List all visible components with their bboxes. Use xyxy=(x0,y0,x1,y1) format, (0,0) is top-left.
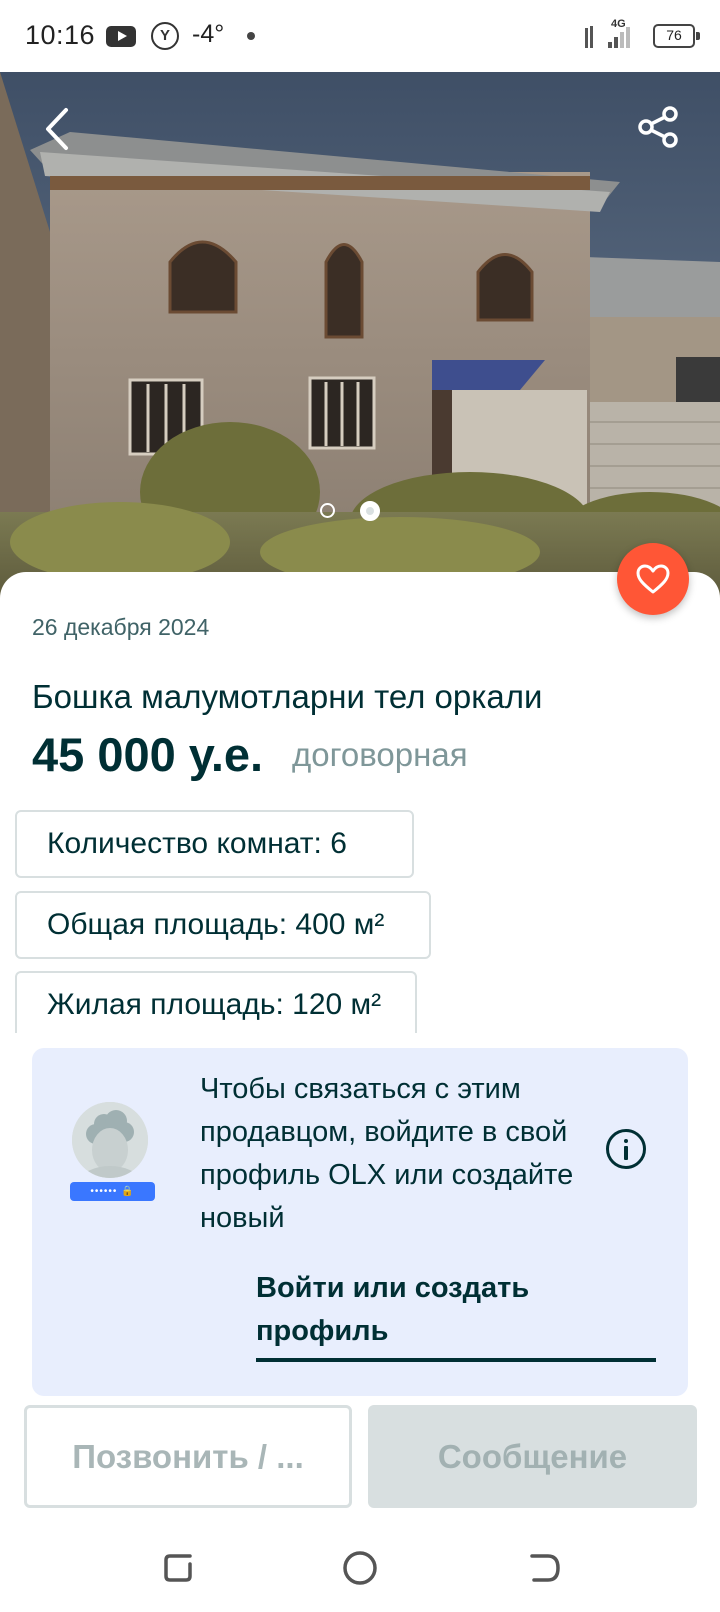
status-time: 10:16 xyxy=(25,20,96,50)
param-living-area: Жилая площадь: 120 м² xyxy=(15,971,417,1033)
password-chip-icon: •••••• 🔒 xyxy=(70,1182,155,1201)
price-negotiable-label: договорная xyxy=(292,736,468,773)
yandex-icon: Y xyxy=(151,22,179,50)
back-nav-icon[interactable] xyxy=(524,1548,564,1588)
share-icon xyxy=(638,106,678,148)
youtube-icon xyxy=(106,26,136,47)
share-button[interactable] xyxy=(636,104,682,150)
notification-dot-icon xyxy=(247,32,255,40)
back-button[interactable] xyxy=(36,100,84,158)
avatar-placeholder-icon xyxy=(72,1102,148,1178)
login-or-register-link[interactable]: Войти или создать профиль xyxy=(256,1267,656,1362)
call-button[interactable]: Позвонить / ... xyxy=(24,1405,352,1508)
system-nav-bar xyxy=(0,1526,720,1612)
favorite-button[interactable] xyxy=(617,543,689,615)
network-type: 4G xyxy=(611,18,626,30)
battery-icon: 76 xyxy=(653,24,700,48)
pagination-dot[interactable] xyxy=(320,503,335,518)
listing-date: 26 декабря 2024 xyxy=(32,614,210,640)
info-icon[interactable] xyxy=(606,1129,646,1169)
status-bar: 10:16 Y -4° 4G 76 xyxy=(0,0,720,72)
pagination-dot-active[interactable] xyxy=(360,501,380,521)
listing-title: Бошка малумотларни тел оркали xyxy=(32,678,543,715)
home-icon[interactable] xyxy=(340,1548,380,1588)
login-prompt-text: Чтобы связаться с этим продавцом, войдит… xyxy=(200,1073,574,1234)
message-button[interactable]: Сообщение xyxy=(368,1405,697,1508)
status-temperature: -4° xyxy=(192,20,225,48)
recent-apps-icon[interactable] xyxy=(160,1548,200,1588)
listing-price: 45 000 у.е. xyxy=(32,728,264,781)
param-total-area: Общая площадь: 400 м² xyxy=(15,891,431,959)
listing-photo[interactable] xyxy=(0,72,720,600)
signal-icon xyxy=(585,26,630,48)
chevron-left-icon xyxy=(46,108,68,150)
heart-icon xyxy=(636,564,670,594)
param-rooms: Количество комнат: 6 xyxy=(15,810,414,878)
